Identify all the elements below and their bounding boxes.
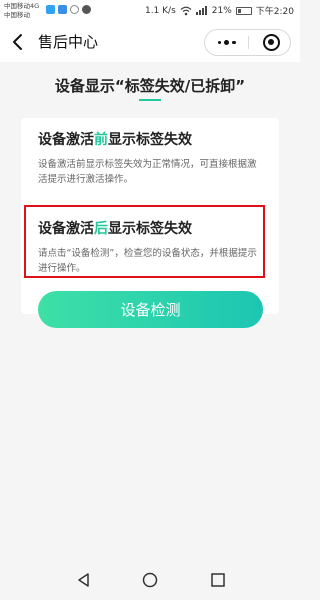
carrier-line-2: 中国移动 [4, 11, 30, 19]
notification-icons [46, 5, 91, 14]
circle-home-icon[interactable] [142, 572, 158, 588]
signal-icon [195, 6, 207, 15]
app-notification-icon [82, 5, 91, 14]
more-dots-icon[interactable] [205, 30, 248, 55]
item-before-activation-title: 设备激活前显示标签失效 [38, 130, 192, 150]
carrier-line-1: 中国移动4G [4, 2, 40, 10]
title-highlight: 前 [94, 132, 108, 148]
mini-program-capsule [204, 29, 291, 56]
nav-title: 售后中心 [38, 33, 99, 51]
status-right: 1.1 K/s 21% 下午2:20 [144, 4, 294, 18]
close-target-icon[interactable] [263, 34, 280, 51]
clock: 下午2:20 [255, 7, 294, 17]
device-detect-button[interactable]: 设备检测 [38, 291, 263, 328]
title-part: 显示标签失效 [108, 132, 192, 148]
highlight-box [24, 205, 265, 278]
capsule-divider [248, 36, 249, 49]
app-notification-icon [46, 5, 55, 14]
app-notification-icon [58, 5, 67, 14]
system-nav-bar [0, 560, 300, 600]
network-speed: 1.1 K/s [144, 5, 176, 16]
carrier-info: 中国移动4G 中国移动 [4, 2, 39, 20]
app-notification-icon [70, 5, 79, 14]
nav-bar: 售后中心 [0, 22, 300, 62]
title-underline [139, 99, 161, 101]
triangle-back-icon[interactable] [76, 572, 92, 588]
square-recent-icon[interactable] [210, 572, 226, 588]
status-bar: 中国移动4G 中国移动 1.1 K/s 21% 下午2:20 [0, 0, 300, 22]
wifi-icon [180, 6, 192, 15]
back-chevron-icon[interactable] [8, 32, 28, 52]
section-title: 设备显示“标签失效/已拆卸” [54, 77, 246, 95]
battery-percent: 21% [211, 5, 232, 16]
title-part: 设备激活 [38, 132, 94, 148]
item-before-activation-desc: 设备激活前显示标签失效为正常情况，可直接根据激活提示进行激活操作。 [38, 159, 257, 185]
battery-icon [235, 6, 252, 15]
